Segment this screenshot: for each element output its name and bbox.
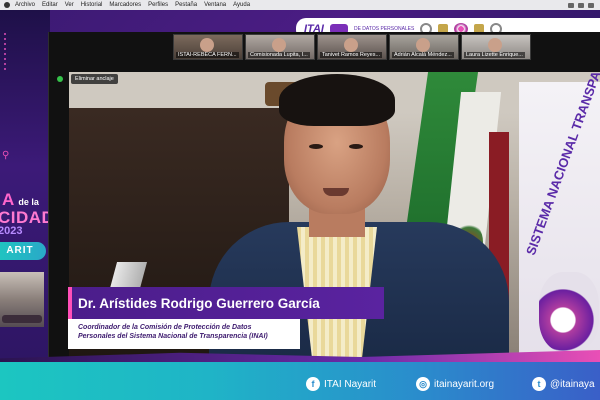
menu-marcadores[interactable]: Marcadores — [109, 2, 141, 8]
facebook-icon: f — [306, 377, 320, 391]
social-footer: f ITAI Nayarit ◎ itainayarit.org t @itai… — [0, 362, 600, 400]
participant-name: ISTAI-REBECA FERN... — [176, 52, 239, 58]
wifi-icon[interactable] — [578, 2, 584, 8]
battery-icon[interactable] — [568, 2, 574, 8]
participant-tile[interactable]: Laura Lizette Enrique... — [461, 34, 531, 60]
participant-video — [344, 38, 358, 52]
twitter-handle: @itainaya — [550, 378, 595, 390]
apple-icon[interactable] — [4, 2, 10, 8]
twitter-link[interactable]: t @itainaya — [532, 377, 595, 391]
audience-photo — [0, 272, 44, 327]
location-pin-icon: ⚲ — [2, 150, 10, 161]
participant-tile[interactable]: ISTAI-REBECA FERN... — [173, 34, 243, 60]
status-tray — [568, 2, 600, 8]
menu-pestana[interactable]: Pestaña — [175, 2, 197, 8]
unpin-button[interactable]: Eliminar anclaje — [71, 74, 118, 84]
control-center-icon[interactable] — [588, 2, 594, 8]
menu-editar[interactable]: Editar — [42, 2, 58, 8]
participant-name: Tanivet Ramos Reyes... — [320, 52, 383, 58]
menu-bar: Archivo Editar Ver Historial Marcadores … — [0, 0, 600, 10]
event-title-line1: A de la — [2, 190, 39, 209]
decorative-dots — [4, 30, 24, 73]
participant-video — [416, 38, 430, 52]
participant-strip: ISTAI-REBECA FERN... Comisionada Lupita,… — [173, 34, 531, 60]
speaker-title-box: Coordinador de la Comisión de Protección… — [68, 319, 300, 349]
twitter-icon: t — [532, 377, 546, 391]
menu-archivo[interactable]: Archivo — [15, 2, 35, 8]
participant-name: Laura Lizette Enrique... — [464, 52, 525, 58]
participant-name: Adrián Alcalá Méndez... — [392, 52, 454, 58]
event-location-pill: ARIT — [0, 242, 46, 260]
menu-ayuda[interactable]: Ayuda — [233, 2, 250, 8]
speaker-role-line2: Personales del Sistema Nacional de Trans… — [78, 333, 268, 340]
facebook-link[interactable]: f ITAI Nayarit — [306, 377, 376, 391]
menu-perfiles[interactable]: Perfiles — [148, 2, 168, 8]
participant-video — [272, 38, 286, 52]
speaker-name: Dr. Arístides Rodrigo Guerrero García — [78, 295, 320, 311]
menu-ventana[interactable]: Ventana — [204, 2, 226, 8]
menu-ver[interactable]: Ver — [65, 2, 74, 8]
snt-swirl-logo — [539, 272, 599, 352]
speaker-name-bar: Dr. Arístides Rodrigo Guerrero García — [68, 287, 384, 319]
website-url: itainayarit.org — [434, 378, 495, 390]
participant-video — [488, 38, 502, 52]
participant-name: Comisionada Lupita, I... — [248, 52, 310, 58]
participant-video — [200, 38, 214, 52]
speaker-role-line1: Coordinador de la Comisión de Protección… — [78, 324, 252, 331]
event-year: 2023 — [0, 225, 23, 237]
participant-tile[interactable]: Adrián Alcalá Méndez... — [389, 34, 459, 60]
menu-historial[interactable]: Historial — [81, 2, 103, 8]
globe-icon: ◎ — [416, 377, 430, 391]
facebook-handle: ITAI Nayarit — [324, 378, 377, 390]
participant-tile[interactable]: Tanivet Ramos Reyes... — [317, 34, 387, 60]
security-shield-icon[interactable] — [57, 76, 63, 82]
website-link[interactable]: ◎ itainayarit.org — [416, 377, 494, 391]
participant-tile[interactable]: Comisionada Lupita, I... — [245, 34, 315, 60]
